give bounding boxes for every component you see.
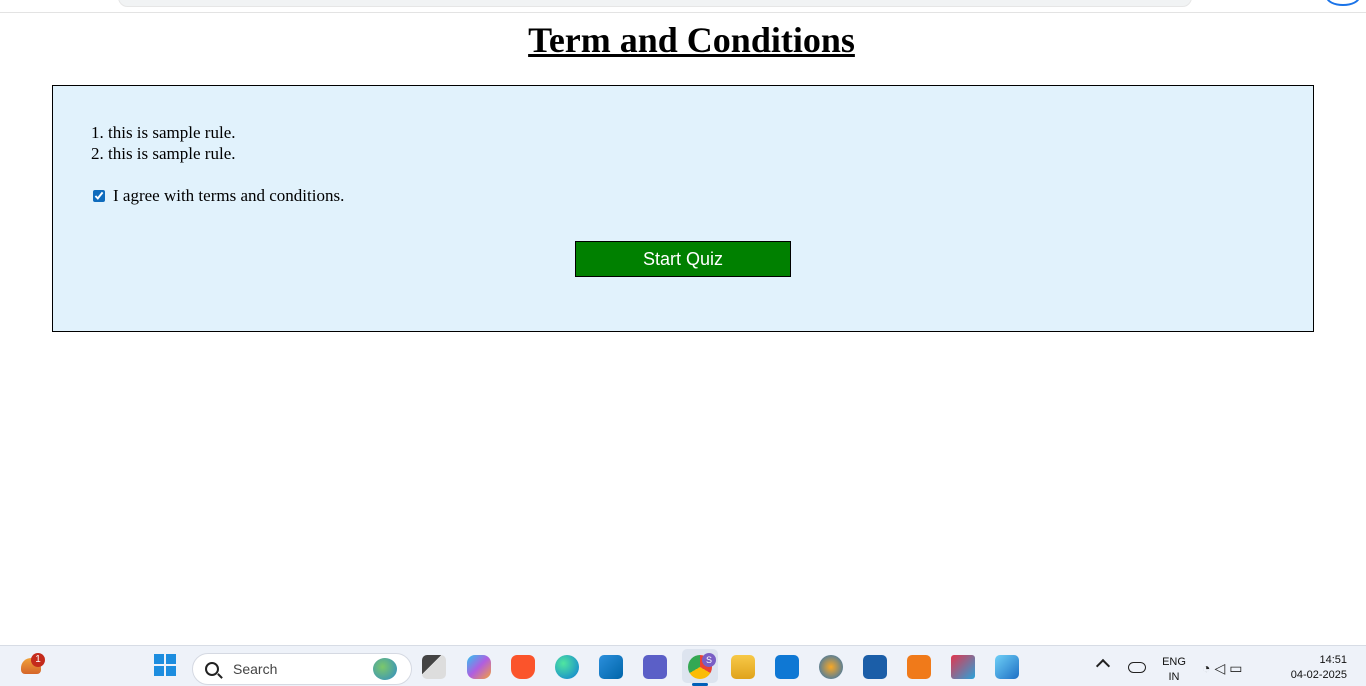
mail-icon[interactable]: [775, 655, 799, 679]
page-title: Term and Conditions: [528, 20, 855, 60]
chevron-up-icon[interactable]: [1095, 658, 1111, 674]
rule-item: this is sample rule.: [108, 143, 235, 164]
language-indicator[interactable]: ENG IN: [1160, 655, 1188, 685]
clock[interactable]: 14:51 04-02-2025: [1280, 653, 1347, 683]
search-icon: [205, 662, 219, 676]
xampp-icon[interactable]: [907, 655, 931, 679]
browser-chrome: [0, 0, 1366, 13]
taskbar-search[interactable]: Search: [192, 653, 412, 685]
rules-list: this is sample rule. this is sample rule…: [90, 122, 235, 164]
region-label: IN: [1168, 671, 1180, 683]
teams-icon[interactable]: [643, 655, 667, 679]
task-view-icon[interactable]: [422, 655, 446, 679]
wifi-icon: ◔: [1202, 660, 1215, 676]
photos-icon[interactable]: [995, 655, 1019, 679]
store-icon[interactable]: [863, 655, 887, 679]
notification-badge: 1: [31, 653, 45, 667]
date-label: 04-02-2025: [1290, 669, 1347, 681]
address-bar[interactable]: [118, 0, 1192, 7]
profile-icon[interactable]: [1326, 0, 1360, 6]
chrome-profile-badge: S: [702, 653, 716, 667]
start-quiz-button[interactable]: Start Quiz: [575, 241, 791, 277]
search-label: Search: [233, 661, 278, 677]
agree-label: I agree with terms and conditions.: [113, 186, 345, 205]
terms-panel: this is sample rule. this is sample rule…: [52, 85, 1314, 332]
volume-icon: ◁: [1214, 660, 1230, 676]
brave-browser-icon[interactable]: [511, 655, 535, 679]
rule-item: this is sample rule.: [108, 122, 235, 143]
onedrive-icon[interactable]: [1128, 662, 1146, 673]
windows-start-icon[interactable]: [154, 654, 176, 676]
time-label: 14:51: [1319, 654, 1347, 666]
search-highlight-icon: [373, 658, 397, 680]
edge-browser-icon[interactable]: [555, 655, 579, 679]
snipping-tool-icon[interactable]: [951, 655, 975, 679]
agree-row[interactable]: I agree with terms and conditions.: [91, 186, 344, 206]
file-explorer-icon[interactable]: [731, 655, 755, 679]
copilot-icon[interactable]: [467, 655, 491, 679]
vscode-icon[interactable]: [599, 655, 623, 679]
system-tray[interactable]: ◔◁▭: [1202, 660, 1246, 677]
firefox-icon[interactable]: [819, 655, 843, 679]
taskbar: 1 Search S ENG IN ◔◁▭ 14:51 04-02-2025: [0, 645, 1366, 686]
language-label: ENG: [1162, 656, 1186, 668]
agree-checkbox[interactable]: [93, 190, 105, 202]
battery-icon: ▭: [1229, 660, 1247, 676]
